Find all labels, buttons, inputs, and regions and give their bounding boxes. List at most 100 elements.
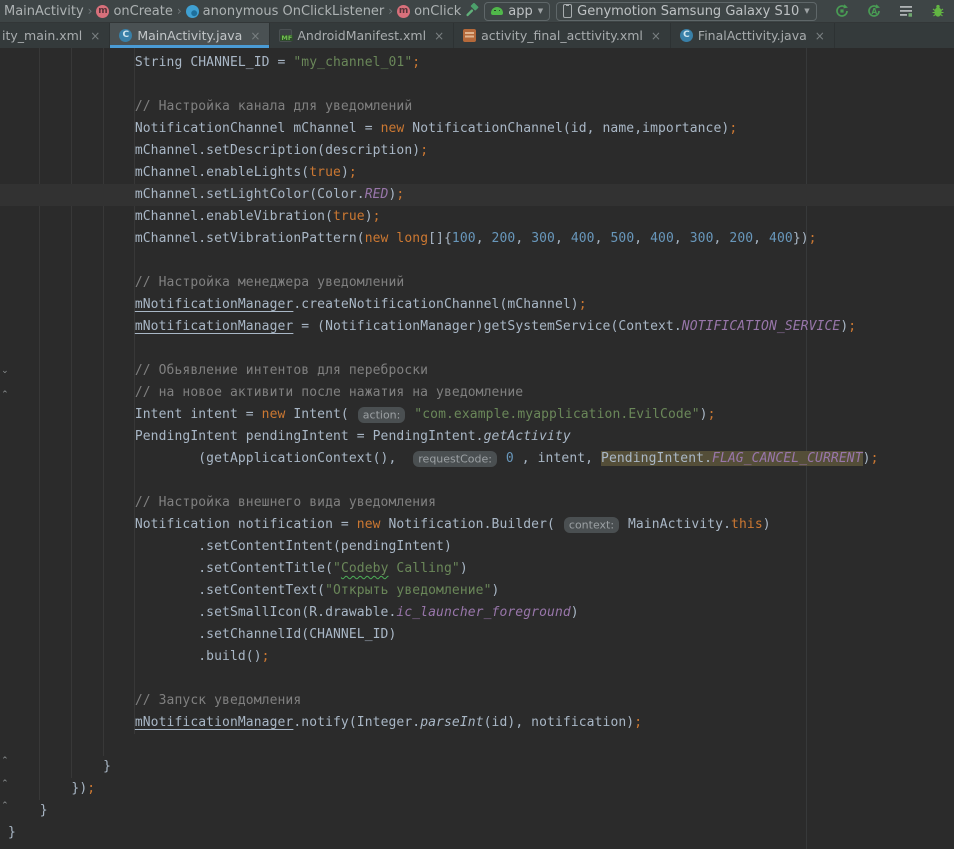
code-line[interactable] (0, 74, 954, 96)
code-line[interactable]: (getApplicationContext(), requestCode: 0… (0, 448, 954, 470)
breadcrumb-label: onClick (414, 4, 461, 19)
code-line[interactable]: Notification notification = new Notifica… (0, 514, 954, 536)
code-line[interactable]: .setSmallIcon(R.drawable.ic_launcher_for… (0, 602, 954, 624)
make-project-button[interactable] (464, 1, 480, 21)
code-line[interactable]: .setChannelId(CHANNEL_ID) (0, 624, 954, 646)
code-segment (8, 715, 135, 730)
profiler-button[interactable] (895, 1, 917, 21)
code-line[interactable]: mChannel.setVibrationPattern(new long[]{… (0, 228, 954, 250)
close-tab-icon[interactable]: × (815, 29, 825, 43)
close-tab-icon[interactable]: × (90, 29, 100, 43)
code-segment: ic_launcher_foreground (396, 605, 570, 620)
code-line[interactable]: mNotificationManager.notify(Integer.pars… (0, 712, 954, 734)
code-segment: }) (793, 231, 809, 246)
breadcrumb-onclick[interactable]: m onClick (395, 4, 463, 19)
code-line[interactable]: mNotificationManager.createNotificationC… (0, 294, 954, 316)
code-line[interactable]: .build(); (0, 646, 954, 668)
android-icon (491, 7, 503, 15)
code-line[interactable]: Intent intent = new Intent( action: "com… (0, 404, 954, 426)
code-line[interactable]: PendingIntent pendingIntent = PendingInt… (0, 426, 954, 448)
breadcrumb-label: anonymous OnClickListener (203, 4, 385, 19)
code-line[interactable]: mChannel.enableLights(true); (0, 162, 954, 184)
debug-button[interactable] (927, 1, 949, 21)
code-segment: Intent( (285, 407, 356, 422)
apply-code-changes-button[interactable]: A (863, 1, 885, 21)
code-segment: Notification.Builder( (381, 517, 563, 532)
manifest-file-icon: MF (279, 29, 292, 42)
code-line[interactable] (0, 250, 954, 272)
code-line[interactable]: } (0, 822, 954, 844)
close-tab-icon[interactable]: × (250, 29, 260, 43)
code-segment (8, 319, 135, 334)
code-segment: ; (87, 781, 95, 796)
chevron-down-icon: ▼ (538, 7, 543, 15)
code-segment: MainActivity. (620, 517, 731, 532)
code-line[interactable]: // Запуск уведомления (0, 690, 954, 712)
code-segment: ; (262, 649, 270, 664)
code-line[interactable]: mNotificationManager = (NotificationMana… (0, 316, 954, 338)
code-line[interactable]: mChannel.setDescription(description); (0, 140, 954, 162)
code-line[interactable] (0, 668, 954, 690)
device-selector[interactable]: Genymotion Samsung Galaxy S10 ▼ (556, 2, 817, 21)
code-line[interactable]: // Настройка внешнего вида уведомления (0, 492, 954, 514)
code-segment: (getApplicationContext(), (8, 451, 412, 466)
method-icon: m (397, 5, 410, 18)
apply-changes-button[interactable] (831, 1, 853, 21)
code-segment (8, 297, 135, 312)
code-line[interactable]: mChannel.setLightColor(Color.RED); (0, 184, 954, 206)
code-segment: ; (396, 187, 404, 202)
code-line[interactable]: // на новое активити после нажатия на ув… (0, 382, 954, 404)
code-line[interactable] (0, 338, 954, 360)
fold-marker[interactable]: ⌃ (0, 756, 10, 766)
fold-marker[interactable]: ⌃ (0, 390, 10, 400)
code-segment: ; (729, 121, 737, 136)
tab-activity-main-xml[interactable]: ity_main.xml × (0, 23, 110, 48)
tab-androidmanifest-xml[interactable]: MF AndroidManifest.xml × (270, 23, 454, 48)
tab-activity-final-acttivity-xml[interactable]: activity_final_acttivity.xml × (454, 23, 671, 48)
code-line[interactable]: mChannel.enableVibration(true); (0, 206, 954, 228)
tab-mainactivity-java[interactable]: C MainActivity.java × (110, 23, 270, 48)
code-segment: 500 (610, 231, 634, 246)
code-segment: ) (341, 165, 349, 180)
code-line[interactable]: } (0, 756, 954, 778)
debug-bug-icon (930, 3, 946, 19)
code-segment: } (8, 825, 16, 840)
module-selector-label: app (508, 4, 532, 19)
close-tab-icon[interactable]: × (651, 29, 661, 43)
breadcrumb-oncreate[interactable]: m onCreate (94, 4, 174, 19)
code-segment: ) (365, 209, 373, 224)
code-segment: ; (349, 165, 357, 180)
code-line[interactable]: .setContentTitle("Codeby Calling") (0, 558, 954, 580)
anonymous-class-icon (186, 5, 199, 18)
code-segment: true (309, 165, 341, 180)
code-segment: , intent, (514, 451, 601, 466)
code-area: String CHANNEL_ID = "my_channel_01"; // … (0, 52, 954, 844)
hammer-icon (464, 3, 480, 19)
fold-marker[interactable]: ⌃ (0, 801, 10, 811)
code-segment: mNotificationManager (135, 715, 294, 730)
code-line[interactable]: // Настройка менеджера уведомлений (0, 272, 954, 294)
close-tab-icon[interactable]: × (434, 29, 444, 43)
module-selector[interactable]: app ▼ (484, 2, 550, 21)
breadcrumb-mainactivity[interactable]: MainActivity (2, 4, 86, 19)
code-line[interactable]: // Настройка канала для уведомлений (0, 96, 954, 118)
code-segment: PendingIntent. (601, 451, 712, 466)
code-line[interactable]: String CHANNEL_ID = "my_channel_01"; (0, 52, 954, 74)
fold-marker[interactable]: ⌃ (0, 779, 10, 789)
tab-label: ity_main.xml (2, 28, 82, 43)
code-segment: 0 (506, 451, 514, 466)
code-segment: this (731, 517, 763, 532)
tab-finalacttivity-java[interactable]: C FinalActtivity.java × (671, 23, 835, 48)
fold-marker[interactable]: ⌄ (0, 366, 10, 376)
code-line[interactable]: // Обьявление интентов для переброски (0, 360, 954, 382)
code-line[interactable]: } (0, 800, 954, 822)
code-line[interactable]: }); (0, 778, 954, 800)
code-line[interactable] (0, 734, 954, 756)
code-editor[interactable]: ⌄ ⌃ ⌃ ⌃ ⌃ String CHANNEL_ID = "my_channe… (0, 48, 954, 849)
code-line[interactable]: .setContentIntent(pendingIntent) (0, 536, 954, 558)
code-line[interactable]: .setContentText("Открыть уведомление") (0, 580, 954, 602)
java-class-icon: C (119, 29, 132, 42)
breadcrumb-anonymous-listener[interactable]: anonymous OnClickListener (184, 4, 387, 19)
code-line[interactable] (0, 470, 954, 492)
code-line[interactable]: NotificationChannel mChannel = new Notif… (0, 118, 954, 140)
